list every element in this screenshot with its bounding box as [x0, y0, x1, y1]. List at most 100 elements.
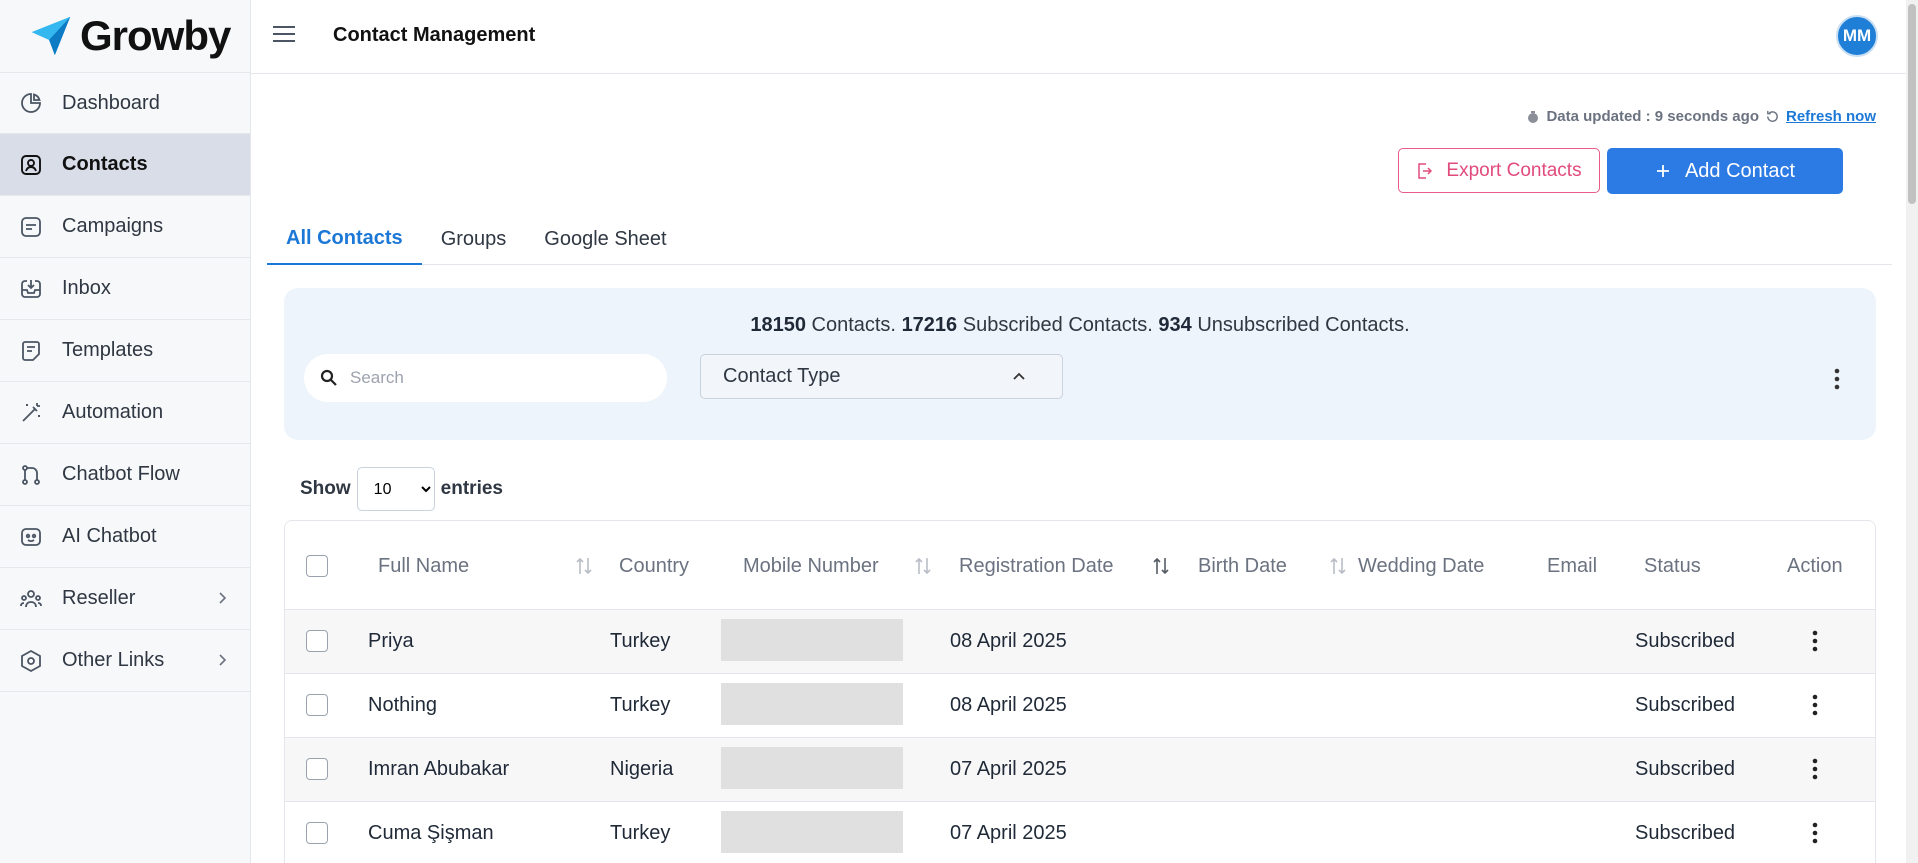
sidebar-item-other-links[interactable]: Other Links [0, 630, 250, 692]
unsubscribed-contacts-label: Unsubscribed Contacts. [1191, 314, 1410, 336]
search-box [304, 354, 667, 402]
sidebar-item-label: Contacts [62, 153, 148, 175]
column-header-action: Action [1787, 555, 1843, 577]
row-actions-icon[interactable] [1812, 694, 1818, 716]
sidebar-item-templates[interactable]: Templates [0, 320, 250, 382]
total-contacts-count: 18150 [750, 314, 806, 336]
select-all-checkbox[interactable] [306, 555, 328, 577]
campaign-icon [18, 214, 44, 240]
hexagon-icon [18, 648, 44, 674]
page-title: Contact Management [333, 24, 536, 46]
sidebar-item-ai-chatbot[interactable]: AI Chatbot [0, 506, 250, 568]
export-contacts-label: Export Contacts [1446, 159, 1582, 181]
column-header-status[interactable]: Status [1644, 555, 1701, 578]
sidebar: Growby Dashboard Contacts Campaigns Inbo… [0, 0, 251, 863]
column-header-wedding-date[interactable]: Wedding Date [1358, 555, 1484, 578]
chevron-right-icon [219, 592, 227, 604]
row-actions-icon[interactable] [1812, 822, 1818, 844]
refresh-icon [1767, 110, 1778, 122]
cell-full-name: Imran Abubakar [368, 758, 510, 780]
tab-all-contacts[interactable]: All Contacts [267, 214, 422, 265]
sidebar-item-label: Chatbot Flow [62, 463, 180, 485]
sort-icon[interactable] [1329, 555, 1347, 577]
scrollbar[interactable] [1906, 0, 1918, 863]
search-input[interactable] [350, 368, 640, 388]
sidebar-item-reseller[interactable]: Reseller [0, 568, 250, 630]
subscribed-contacts-label: Subscribed Contacts. [957, 314, 1159, 336]
avatar[interactable]: MM [1836, 15, 1878, 57]
more-options-icon[interactable] [1834, 368, 1840, 390]
cell-status: Subscribed [1635, 758, 1736, 780]
cell-country: Nigeria [610, 758, 674, 780]
export-contacts-button[interactable]: Export Contacts [1398, 148, 1600, 193]
cell-status: Subscribed [1635, 694, 1736, 716]
row-checkbox[interactable] [306, 822, 328, 844]
contact-type-dropdown[interactable]: Contact Type [700, 354, 1063, 399]
row-actions-icon[interactable] [1812, 630, 1818, 652]
paper-plane-logo-icon [31, 16, 71, 56]
contact-type-label: Contact Type [723, 365, 841, 387]
column-header-full-name[interactable]: Full Name [378, 555, 469, 578]
sidebar-item-label: Reseller [62, 587, 136, 609]
contacts-summary: 18150 Contacts. 17216 Subscribed Contact… [284, 314, 1876, 337]
entries-label: entries [440, 478, 503, 499]
column-header-birth-date[interactable]: Birth Date [1198, 555, 1287, 578]
sidebar-item-label: Templates [62, 339, 154, 361]
cell-country: Turkey [610, 694, 671, 716]
tab-groups[interactable]: Groups [422, 214, 526, 265]
unsubscribed-contacts-count: 934 [1158, 314, 1192, 336]
sidebar-item-inbox[interactable]: Inbox [0, 258, 250, 320]
column-header-registration-date[interactable]: Registration Date [959, 555, 1114, 578]
sidebar-item-contacts[interactable]: Contacts [0, 134, 250, 196]
cell-country: Turkey [610, 630, 671, 652]
column-header-email[interactable]: Email [1547, 555, 1597, 578]
sort-icon[interactable] [1152, 555, 1170, 577]
template-icon [18, 338, 44, 364]
filter-panel: 18150 Contacts. 17216 Subscribed Contact… [284, 288, 1876, 440]
timer-icon [1528, 110, 1539, 123]
scrollbar-thumb[interactable] [1908, 4, 1916, 204]
masked-mobile-number [721, 619, 903, 661]
search-icon [320, 369, 337, 386]
brand-name: Growby [80, 12, 231, 59]
main-content: Data updated : 9 seconds ago Refresh now… [251, 74, 1906, 863]
row-checkbox[interactable] [306, 630, 328, 652]
cell-full-name: Cuma Şişman [368, 822, 494, 844]
cell-registration-date: 07 April 2025 [950, 822, 1067, 844]
table-row: Cuma Şişman Turkey 07 April 2025 Subscri… [284, 802, 1876, 863]
add-contact-button[interactable]: Add Contact [1607, 148, 1843, 194]
sidebar-item-label: Other Links [62, 649, 165, 671]
sidebar-item-automation[interactable]: Automation [0, 382, 250, 444]
contact-card-icon [18, 152, 44, 178]
column-header-country[interactable]: Country [619, 555, 689, 578]
cell-registration-date: 08 April 2025 [950, 630, 1067, 652]
contacts-table: Full Name Country Mobile Number Registra… [284, 520, 1876, 863]
tab-google-sheet[interactable]: Google Sheet [525, 214, 685, 265]
entries-select[interactable]: 10 [356, 467, 435, 511]
sort-icon[interactable] [575, 555, 593, 577]
table-row: Nothing Turkey 08 April 2025 Subscribed [284, 674, 1876, 738]
sidebar-item-label: Dashboard [62, 91, 160, 114]
row-checkbox[interactable] [306, 694, 328, 716]
sort-icon[interactable] [914, 555, 932, 577]
topbar: Contact Management MM [251, 0, 1918, 74]
logo[interactable]: Growby [0, 0, 250, 72]
sidebar-item-label: Inbox [62, 277, 111, 299]
sidebar-item-dashboard[interactable]: Dashboard [0, 72, 250, 134]
row-checkbox[interactable] [306, 758, 328, 780]
export-icon [1418, 162, 1433, 179]
sidebar-item-chatbot-flow[interactable]: Chatbot Flow [0, 444, 250, 506]
inbox-icon [18, 276, 44, 302]
column-header-mobile-number[interactable]: Mobile Number [743, 555, 879, 578]
cell-registration-date: 07 April 2025 [950, 758, 1067, 780]
row-actions-icon[interactable] [1812, 758, 1818, 780]
sidebar-item-campaigns[interactable]: Campaigns [0, 196, 250, 258]
subscribed-contacts-count: 17216 [901, 314, 958, 336]
refresh-now-link[interactable]: Refresh now [1786, 108, 1876, 125]
hamburger-menu-icon[interactable] [273, 26, 295, 46]
masked-mobile-number [721, 747, 903, 789]
pie-chart-icon [18, 90, 44, 116]
chevron-right-icon [219, 654, 227, 666]
chevron-up-icon [1013, 372, 1025, 380]
sidebar-nav: Dashboard Contacts Campaigns Inbox Templ… [0, 72, 250, 692]
